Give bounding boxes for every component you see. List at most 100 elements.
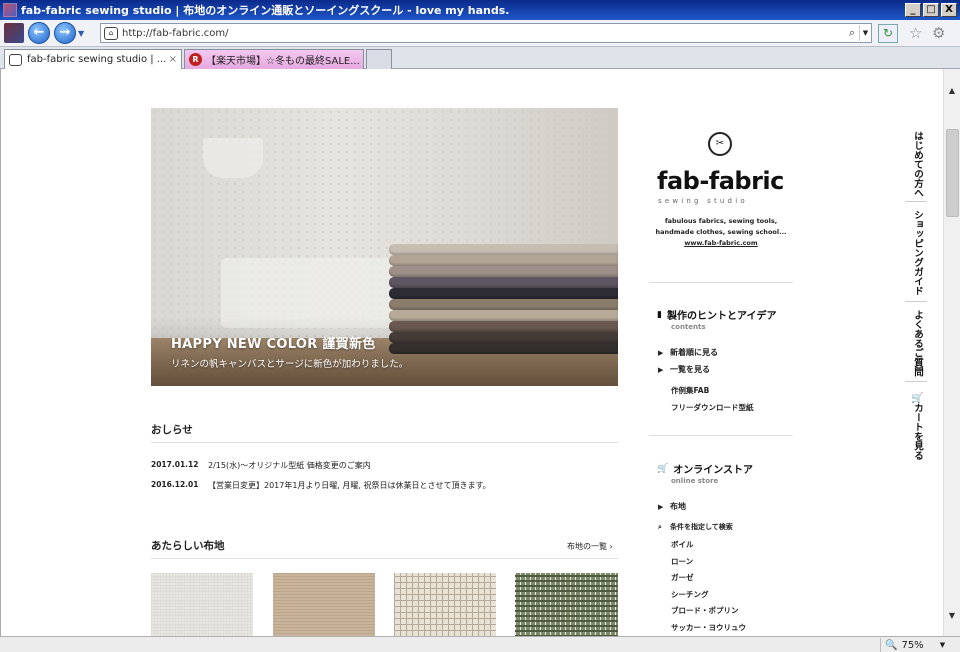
forward-button[interactable]: →	[54, 22, 76, 44]
tagline-line: fabulous fabrics, sewing tools,	[664, 217, 778, 225]
news-item[interactable]: 2016.12.01 【営業日変更】2017年1月より日曜, 月曜, 祝祭日は休…	[151, 480, 491, 491]
hero-lamp	[203, 138, 263, 178]
divider	[649, 282, 793, 283]
rakuten-icon: R	[189, 53, 202, 66]
new-fabrics-title: あたらしい布地	[151, 540, 225, 552]
tab-label: 【楽天市場】☆冬もの最終SALE...	[206, 56, 359, 67]
window-controls: _ □ X	[905, 3, 957, 17]
cart-icon: 🛒	[657, 463, 669, 474]
fabric-swatch[interactable]	[515, 573, 618, 636]
address-bar[interactable]: ⌂ http://fab-fabric.com/ ⌕ ▼	[100, 23, 872, 43]
vnav-shopping-guide[interactable]: ショッピングガイド	[907, 210, 927, 296]
store-item-fabric[interactable]: ▶ 布地	[658, 501, 686, 512]
item-label: 条件を指定して検索	[670, 523, 733, 531]
chevron-right-icon: ▶	[658, 366, 664, 374]
divider	[649, 435, 793, 436]
site-url-link[interactable]: www.fab-fabric.com	[649, 239, 793, 247]
zoom-level: 75%	[901, 639, 924, 651]
category-link[interactable]: ボイル	[671, 539, 694, 550]
item-label: 新着順に見る	[670, 348, 718, 357]
chevron-right-icon: ▶	[658, 349, 664, 357]
tab-fab-fabric[interactable]: fab-fabric sewing studio | ... ×	[4, 49, 182, 69]
search-icon: ⌕	[658, 523, 662, 531]
page-viewport: HAPPY NEW COLOR 謹賀新色 リネンの帆キャンバスとサージに新色が加…	[0, 69, 943, 636]
back-button[interactable]: ←	[28, 22, 50, 44]
zoom-dropdown-icon[interactable]: ▼	[940, 641, 945, 649]
news-date: 2016.12.01	[151, 480, 199, 489]
store-title: オンラインストア	[673, 465, 754, 476]
tab-rakuten[interactable]: R 【楽天市場】☆冬もの最終SALE...	[184, 49, 364, 69]
address-dropdown-icon[interactable]: ▼	[859, 25, 871, 41]
category-link[interactable]: ガーゼ	[671, 572, 694, 583]
vertical-scrollbar[interactable]: ▲ ▼	[943, 69, 960, 636]
category-link[interactable]: サッカー・ヨウリュウ	[671, 622, 746, 633]
search-icon[interactable]: ⌕	[849, 26, 855, 40]
vnav-cart-label: カートを見る	[912, 403, 923, 461]
news-item[interactable]: 2017.01.12 2/15(水)～オリジナル型紙 価格変更のご案内	[151, 460, 371, 471]
zoom-icon: 🔍	[885, 639, 898, 651]
hero-overlay	[151, 318, 618, 386]
address-input[interactable]: http://fab-fabric.com/	[122, 28, 849, 39]
favorites-star-icon[interactable]: ☆	[909, 24, 922, 42]
site-favicon-icon	[4, 23, 24, 43]
tools-gear-icon[interactable]: ⚙	[932, 24, 945, 42]
vnav-faq[interactable]: よくあるご質問	[907, 310, 927, 377]
category-link[interactable]: ブロード・ポプリン	[671, 605, 739, 616]
tab-page-icon	[9, 53, 22, 66]
history-dropdown-icon[interactable]: ▼	[78, 29, 84, 38]
tagline-line: handmade clothes, sewing school...	[655, 228, 787, 236]
item-label: 布地	[670, 502, 686, 511]
hero-banner[interactable]: HAPPY NEW COLOR 謹賀新色 リネンの帆キャンバスとサージに新色が加…	[151, 108, 618, 386]
chevron-right-icon: ▶	[658, 503, 664, 511]
divider	[905, 201, 927, 202]
contents-link-fab[interactable]: 作例集FAB	[671, 385, 709, 396]
news-text[interactable]: 【営業日変更】2017年1月より日曜, 月曜, 祝祭日は休業日とさせて頂きます。	[208, 480, 491, 491]
category-link[interactable]: シーチング	[671, 589, 709, 600]
fabric-swatch[interactable]	[151, 573, 253, 636]
store-search-link[interactable]: ⌕ 条件を指定して検索	[658, 522, 733, 532]
contents-item-newest[interactable]: ▶ 新着順に見る	[658, 347, 718, 358]
book-icon: ▮	[657, 309, 662, 320]
brand-logo[interactable]: fab-fabric	[657, 167, 784, 195]
divider	[151, 442, 618, 443]
category-link[interactable]: ローン	[671, 556, 693, 567]
contents-link-patterns[interactable]: フリーダウンロード型紙	[671, 402, 754, 413]
contents-en: contents	[671, 323, 706, 331]
contents-title: 製作のヒントとアイデア	[666, 311, 777, 322]
maximize-button[interactable]: □	[923, 3, 939, 17]
item-label: 一覧を見る	[670, 365, 710, 374]
fabric-swatch[interactable]	[273, 573, 375, 636]
vnav-cart[interactable]: 🛒カートを見る	[907, 391, 927, 460]
close-window-button[interactable]: X	[941, 3, 957, 17]
hero-title: HAPPY NEW COLOR 謹賀新色	[171, 337, 376, 352]
status-bar: 🔍 75% ▼	[0, 636, 960, 652]
divider	[905, 301, 927, 302]
contents-heading[interactable]: ▮ 製作のヒントとアイデア	[657, 307, 777, 323]
sewing-machine-icon: ✂	[708, 132, 732, 156]
zoom-control[interactable]: 🔍 75% ▼	[880, 638, 960, 652]
tab-label: fab-fabric sewing studio | ...	[27, 54, 166, 65]
minimize-button[interactable]: _	[905, 3, 921, 17]
page-icon: ⌂	[104, 26, 118, 40]
hero-subtitle: リネンの帆キャンバスとサージに新色が加わりました。	[171, 359, 409, 370]
vnav-beginners[interactable]: はじめての方へ	[907, 131, 927, 198]
news-date: 2017.01.12	[151, 460, 199, 469]
scroll-down-icon[interactable]: ▼	[944, 608, 960, 624]
brand-subtitle: sewing studio	[658, 197, 748, 205]
scroll-up-icon[interactable]: ▲	[944, 83, 960, 99]
contents-item-list[interactable]: ▶ 一覧を見る	[658, 364, 710, 375]
divider	[905, 381, 927, 382]
fabric-list-link[interactable]: 布地の一覧 ›	[567, 541, 613, 552]
scroll-thumb[interactable]	[946, 129, 959, 217]
divider	[151, 558, 618, 559]
new-tab-button[interactable]	[366, 49, 392, 69]
window-title: fab-fabric sewing studio | 布地のオンライン通販とソー…	[21, 4, 510, 17]
tab-bar: fab-fabric sewing studio | ... × R 【楽天市場…	[0, 47, 960, 69]
refresh-button[interactable]: ↻	[878, 24, 898, 43]
store-en: online store	[671, 477, 719, 485]
brand-tagline: fabulous fabrics, sewing tools, handmade…	[649, 216, 793, 238]
tab-close-icon[interactable]: ×	[169, 54, 177, 65]
fabric-swatch[interactable]	[394, 573, 496, 636]
store-heading[interactable]: 🛒 オンラインストア	[657, 461, 754, 477]
news-text[interactable]: 2/15(水)～オリジナル型紙 価格変更のご案内	[208, 460, 371, 471]
